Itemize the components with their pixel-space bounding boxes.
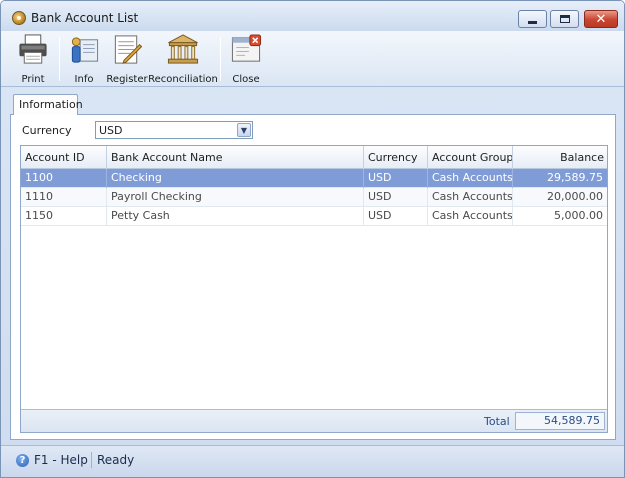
cell-bank-account-name: Petty Cash (107, 207, 364, 226)
help-label[interactable]: F1 - Help (34, 453, 88, 467)
cell-currency: USD (364, 207, 428, 226)
info-icon (71, 37, 99, 63)
print-button[interactable]: Print (13, 33, 53, 85)
currency-label: Currency (22, 124, 72, 137)
maximize-icon (559, 15, 570, 23)
cell-bank-account-name: Payroll Checking (107, 188, 364, 207)
close-label: Close (232, 74, 260, 85)
close-window-button[interactable]: ✕ (584, 10, 618, 28)
column-header-bank-account-name[interactable]: Bank Account Name (107, 146, 364, 169)
window-title: Bank Account List (31, 11, 139, 25)
bank-account-grid: Account ID Bank Account Name Currency Ac… (20, 145, 608, 433)
help-icon[interactable]: ? (16, 454, 29, 467)
status-separator (91, 452, 92, 468)
register-label: Register (106, 74, 148, 85)
currency-select[interactable]: USD ▼ (95, 121, 253, 139)
column-header-balance[interactable]: Balance (513, 146, 607, 169)
column-header-account-group[interactable]: Account Group (428, 146, 513, 169)
app-icon (12, 11, 26, 25)
total-label: Total (484, 415, 510, 428)
cell-account-group: Cash Accounts (428, 207, 513, 226)
cell-account-id: 1150 (21, 207, 107, 226)
column-header-account-id[interactable]: Account ID (21, 146, 107, 169)
minimize-button[interactable] (518, 10, 547, 28)
reconciliation-button[interactable]: Reconciliation (148, 33, 218, 85)
tab-information[interactable]: Information (13, 94, 83, 115)
minimize-icon (528, 20, 537, 24)
grid-footer: Total 54,589.75 (21, 409, 607, 432)
status-text: Ready (97, 453, 135, 467)
printer-icon (19, 34, 47, 64)
table-row[interactable]: 1150 Petty Cash USD Cash Accounts 5,000.… (21, 207, 607, 226)
cell-balance: 29,589.75 (547, 171, 603, 184)
title-bar[interactable]: Bank Account List ✕ (1, 1, 624, 31)
currency-select-value: USD (99, 124, 123, 137)
chevron-down-icon[interactable]: ▼ (237, 123, 251, 137)
cell-bank-account-name: Checking (107, 169, 364, 188)
info-button[interactable]: Info (65, 33, 103, 85)
print-label: Print (21, 74, 45, 85)
table-row[interactable]: 1100 Checking USD Cash Accounts 29,589.7… (21, 169, 607, 188)
close-x-icon: ✕ (595, 11, 607, 27)
grid-header: Account ID Bank Account Name Currency Ac… (21, 146, 607, 169)
total-value: 54,589.75 (515, 412, 605, 430)
close-icon (231, 34, 262, 62)
cell-currency: USD (364, 188, 428, 207)
info-label: Info (74, 74, 94, 85)
cell-account-id: 1110 (21, 188, 107, 207)
bank-icon (167, 34, 199, 64)
maximize-button[interactable] (550, 10, 579, 28)
cell-balance: 20,000.00 (547, 190, 603, 203)
cell-account-group: Cash Accounts (428, 188, 513, 207)
register-button[interactable]: Register (106, 33, 148, 85)
tab-information-label: Information (19, 98, 83, 111)
close-button[interactable]: Close (227, 33, 265, 85)
cell-account-id: 1100 (21, 169, 107, 188)
column-header-currency[interactable]: Currency (364, 146, 428, 169)
cell-balance: 5,000.00 (554, 209, 603, 222)
toolbar-separator (59, 37, 60, 81)
bank-account-list-window: Bank Account List ✕ Print Info Register … (0, 0, 625, 478)
toolbar: Print Info Register Reconciliation Close (1, 31, 624, 87)
cell-account-group: Cash Accounts (428, 169, 513, 188)
register-icon (114, 35, 143, 64)
toolbar-separator (220, 37, 221, 81)
status-bar: ? F1 - Help Ready (1, 445, 624, 477)
reconciliation-label: Reconciliation (148, 74, 218, 85)
table-row[interactable]: 1110 Payroll Checking USD Cash Accounts … (21, 188, 607, 207)
cell-currency: USD (364, 169, 428, 188)
